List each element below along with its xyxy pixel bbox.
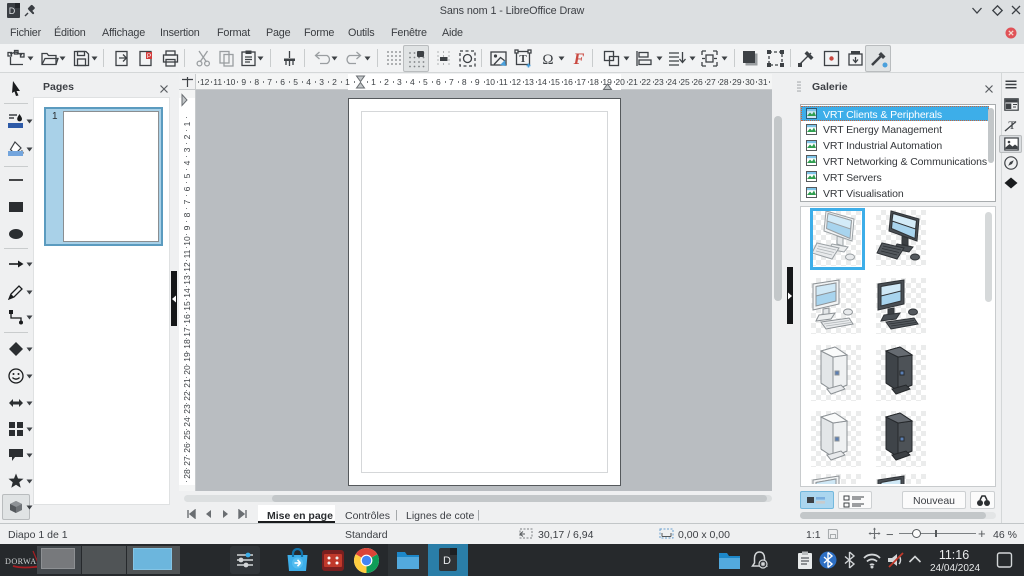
svg-text:Ω: Ω	[542, 52, 553, 68]
svg-text:P: P	[147, 53, 151, 60]
svg-text:T: T	[519, 53, 527, 65]
svg-text:F: F	[573, 51, 585, 68]
svg-text:D: D	[443, 555, 451, 567]
